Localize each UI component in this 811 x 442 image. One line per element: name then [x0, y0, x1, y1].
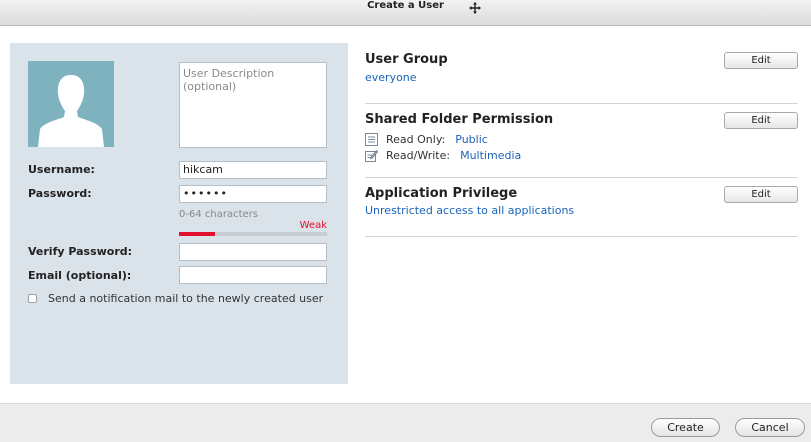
user-info-panel: User Description (optional) Username: hi… — [10, 43, 348, 384]
read-write-row: Read/Write: Multimedia — [365, 149, 521, 162]
password-strength-bar — [179, 232, 327, 236]
avatar[interactable] — [28, 61, 114, 147]
read-only-row: Read Only: Public — [365, 133, 488, 146]
create-button[interactable]: Create — [651, 418, 720, 437]
read-only-label: Read Only: — [386, 133, 446, 146]
password-strength-label: Weak — [299, 220, 327, 231]
read-write-value[interactable]: Multimedia — [460, 149, 521, 162]
verify-password-label: Verify Password: — [28, 245, 133, 258]
user-silhouette-icon — [38, 75, 104, 147]
application-privilege-edit-button[interactable]: Edit — [724, 186, 798, 203]
notify-option[interactable]: Send a notification mail to the newly cr… — [28, 292, 323, 305]
shared-folder-edit-button[interactable]: Edit — [724, 112, 798, 129]
document-icon — [365, 133, 378, 146]
move-cross-icon — [469, 2, 481, 14]
notify-label: Send a notification mail to the newly cr… — [48, 292, 324, 305]
dialog-footer: Create Cancel — [0, 403, 811, 442]
user-description-input[interactable]: User Description (optional) — [179, 62, 327, 148]
application-privilege-value[interactable]: Unrestricted access to all applications — [365, 204, 798, 217]
title-bar: Create a User — [0, 0, 811, 26]
shared-folder-section: Shared Folder Permission Edit Read Only:… — [365, 112, 798, 178]
password-strength-fill — [179, 232, 215, 236]
read-write-label: Read/Write: — [386, 149, 451, 162]
password-label: Password: — [28, 187, 92, 200]
edit-document-icon — [365, 150, 378, 162]
notify-checkbox[interactable] — [28, 294, 37, 303]
verify-password-input[interactable] — [179, 243, 327, 261]
user-group-edit-button[interactable]: Edit — [724, 52, 798, 69]
application-privilege-section: Application Privilege Unrestricted acces… — [365, 186, 798, 237]
user-group-section: User Group everyone Edit — [365, 52, 798, 104]
password-input[interactable]: •••••• — [179, 185, 327, 203]
cancel-button[interactable]: Cancel — [735, 418, 805, 437]
user-group-value[interactable]: everyone — [365, 71, 798, 84]
email-label: Email (optional): — [28, 269, 132, 282]
password-hint: 0-64 characters — [179, 209, 258, 220]
read-only-value[interactable]: Public — [455, 133, 488, 146]
window-title: Create a User — [367, 0, 444, 11]
email-input[interactable] — [179, 266, 327, 284]
username-input[interactable]: hikcam — [179, 161, 327, 179]
username-label: Username: — [28, 163, 95, 176]
